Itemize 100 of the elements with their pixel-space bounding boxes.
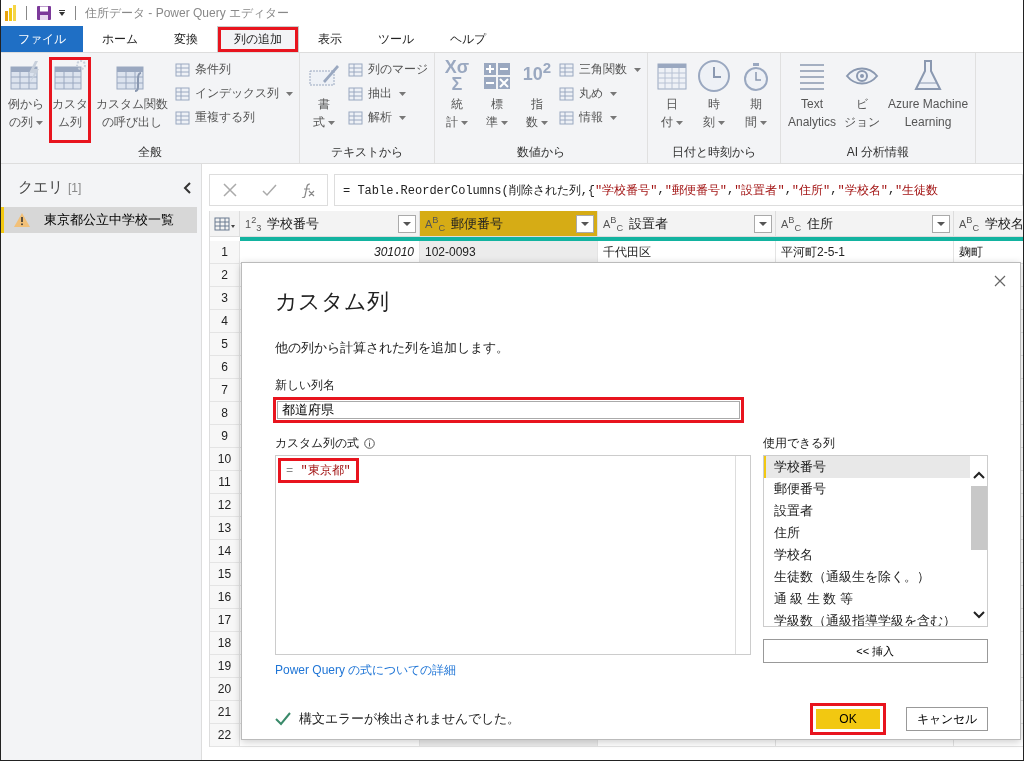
ribbon-button[interactable]: カスタム関数 の呼び出し <box>93 57 171 143</box>
ribbon-small-button[interactable]: 丸め <box>557 83 643 104</box>
ribbon-small-button[interactable]: インデックス列 <box>173 83 295 104</box>
collapse-icon[interactable] <box>183 181 191 194</box>
table-cell: 102-0093 <box>420 241 598 263</box>
scroll-up-icon[interactable] <box>971 470 986 480</box>
list-item[interactable]: 郵便番号 <box>763 478 970 500</box>
row-number: 22 <box>210 724 240 746</box>
dropdown-caret-icon <box>399 91 406 96</box>
column-header[interactable]: 1$^{2}$$_{3}$ 学校番号 <box>240 211 420 236</box>
cancel-button[interactable]: キャンセル <box>906 707 988 731</box>
ribbon-small-button[interactable]: 重複する列 <box>173 107 295 128</box>
save-icon[interactable] <box>36 5 52 21</box>
close-icon[interactable] <box>994 275 1006 287</box>
filter-dropdown-icon[interactable] <box>754 214 772 233</box>
row-number: 16 <box>210 586 240 608</box>
window-title: 住所データ - Power Query エディター <box>85 4 290 22</box>
row-number: 1 <box>210 241 240 263</box>
formula-field[interactable]: = Table.ReorderColumns(削除された列,{"学校番号","郵便番号","設置者","住所","学校名","生徒数 <box>334 174 1023 206</box>
ribbon-button[interactable]: ビ ジョン <box>841 57 884 143</box>
function-icon[interactable] <box>299 182 316 198</box>
column-name-field[interactable]: 都道府県 <box>273 397 744 423</box>
ribbon-tab[interactable]: ホーム <box>85 26 155 52</box>
info-icon[interactable] <box>364 438 375 449</box>
column-header[interactable]: A$^{B}$$_{C}$ 設置者 <box>598 211 776 236</box>
ribbon-icon-text: 10$^{2}$ <box>522 59 552 86</box>
insert-button[interactable]: << 挿入 <box>762 639 988 663</box>
filter-dropdown-icon[interactable] <box>398 214 416 233</box>
ribbon-tab[interactable]: 変換 <box>157 26 215 52</box>
field-label: 使用できる列 <box>762 435 836 452</box>
dropdown-caret-icon <box>634 67 641 72</box>
ribbon-group-label: AI 分析情報 <box>845 144 911 161</box>
ribbon-button[interactable]: 10$^{2}$ 指 数 <box>519 57 555 143</box>
row-number: 10 <box>210 448 240 470</box>
scroll-down-icon[interactable] <box>971 610 986 620</box>
dropdown-caret-icon <box>760 120 767 125</box>
table-icon <box>175 61 191 78</box>
ribbon-tab[interactable]: ツール <box>361 26 431 52</box>
ribbon-button[interactable]: Text Analytics <box>785 57 840 143</box>
formula-editor[interactable]: = "東京都" <box>275 455 751 655</box>
row-number: 3 <box>210 287 240 309</box>
row-number: 8 <box>210 402 240 424</box>
dropdown-caret-icon <box>461 120 468 125</box>
ribbon-tab[interactable]: 表示 <box>301 26 359 52</box>
column-header[interactable]: A$^{B}$$_{C}$ 学校名 <box>954 211 1023 236</box>
ribbon-small-button[interactable]: 列のマージ <box>346 59 430 80</box>
row-number: 13 <box>210 517 240 539</box>
row-number: 12 <box>210 494 240 516</box>
caret-icon[interactable] <box>58 9 66 17</box>
ribbon-icon <box>53 59 87 93</box>
column-header[interactable]: A$^{B}$$_{C}$ 郵便番号 <box>420 211 598 236</box>
dropdown-caret-icon <box>328 120 335 125</box>
column-header[interactable]: A$^{B}$$_{C}$ 住所 <box>776 211 954 236</box>
list-item[interactable]: 住所 <box>763 522 970 544</box>
ribbon-button[interactable]: 時 刻 <box>694 57 734 143</box>
list-item[interactable]: 通 級 生 数 等 <box>763 588 970 610</box>
row-number: 5 <box>210 333 240 355</box>
ribbon-tab[interactable]: ファイル <box>1 26 83 52</box>
ribbon-button[interactable]: 期 間 <box>736 57 776 143</box>
help-link[interactable]: Power Query の式についての詳細 <box>275 662 457 679</box>
query-item[interactable]: 東京都公立中学校一覧 <box>1 207 197 233</box>
list-item[interactable]: 学校名 <box>763 544 970 566</box>
column-name: 学校名 <box>985 214 1023 233</box>
list-item[interactable]: 生徒数（通級生を除く。） <box>763 566 970 588</box>
app-logo-icon <box>5 5 17 21</box>
ribbon-small-button[interactable]: 解析 <box>346 107 430 128</box>
table-icon <box>559 109 575 126</box>
list-item[interactable]: 設置者 <box>763 500 970 522</box>
column-name: 郵便番号 <box>451 214 504 233</box>
ok-button[interactable]: OK <box>810 703 886 735</box>
ribbon-button[interactable]: 例から の列 <box>5 57 47 143</box>
ribbon-tab[interactable]: 列の追加 <box>217 26 299 52</box>
ribbon-small-button[interactable]: 抽出 <box>346 83 430 104</box>
dropdown-caret-icon <box>676 120 683 125</box>
ribbon-button[interactable]: XσΣ 統 計 <box>439 57 475 143</box>
query-count: [1] <box>68 180 82 195</box>
row-number: 4 <box>210 310 240 332</box>
table-icon <box>559 61 575 78</box>
ribbon-button[interactable]: カスタ ム列 <box>49 57 91 143</box>
ribbon-button[interactable]: 標 準 <box>477 57 517 143</box>
row-number: 9 <box>210 425 240 447</box>
checkmark-icon[interactable] <box>260 182 277 198</box>
ribbon-tab[interactable]: ヘルプ <box>433 26 503 52</box>
row-number: 2 <box>210 264 240 286</box>
ribbon-button[interactable]: 書 式 <box>304 57 344 143</box>
ribbon-group-label: テキストから <box>330 144 404 161</box>
table-menu-icon[interactable] <box>213 216 236 231</box>
ribbon-icon <box>697 59 731 93</box>
ribbon-button[interactable]: Azure Machine Learning <box>885 57 972 143</box>
row-number: 20 <box>210 678 240 700</box>
ribbon-small-button[interactable]: 三角関数 <box>557 59 643 80</box>
field-label: 新しい列名 <box>275 377 336 394</box>
filter-dropdown-icon[interactable] <box>932 214 950 233</box>
ribbon-button[interactable]: 日 付 <box>652 57 692 143</box>
ribbon-small-button[interactable]: 条件列 <box>173 59 295 80</box>
filter-dropdown-icon[interactable] <box>576 214 594 233</box>
ribbon-small-button[interactable]: 情報 <box>557 107 643 128</box>
list-item[interactable]: 学校番号 <box>763 456 970 478</box>
warning-icon <box>14 213 30 227</box>
ribbon-group-label: 日付と時刻から <box>671 144 757 161</box>
